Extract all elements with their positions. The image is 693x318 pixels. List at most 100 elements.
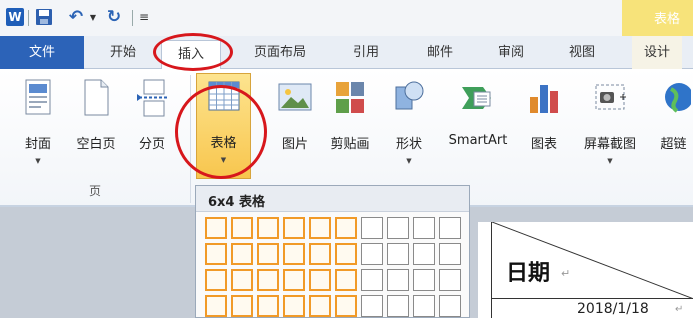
table-grid-cell[interactable]: [283, 295, 305, 317]
cover-page-button[interactable]: 封面 ▼: [14, 75, 62, 175]
highlight-circle-table-button: [175, 85, 267, 179]
quick-access-separator: [28, 10, 29, 26]
clip-art-button[interactable]: 剪贴画: [324, 75, 376, 175]
tab-file[interactable]: 文件: [0, 36, 84, 69]
table-grid-cell[interactable]: [309, 295, 331, 317]
hyperlink-button[interactable]: 超链: [654, 75, 693, 175]
tab-page-layout[interactable]: 页面布局: [240, 36, 320, 69]
table-grid-cell[interactable]: [387, 295, 409, 317]
table-grid-cell[interactable]: [335, 217, 357, 239]
screenshot-button[interactable]: 屏幕截图 ▼: [574, 75, 646, 175]
screenshot-icon: [593, 79, 627, 117]
table-header-cell[interactable]: 日期 ↵ 2018/1/18 ↵: [491, 222, 693, 318]
table-grid-cell[interactable]: [413, 217, 435, 239]
table-grid-cell[interactable]: [439, 269, 461, 291]
table-grid-cell[interactable]: [309, 269, 331, 291]
table-grid-cell[interactable]: [361, 269, 383, 291]
table-grid-cell[interactable]: [283, 217, 305, 239]
chart-label: 图表: [530, 137, 557, 152]
tab-review[interactable]: 审阅: [491, 36, 531, 69]
undo-dropdown-icon[interactable]: ▼: [88, 7, 98, 27]
quick-access-separator: [132, 10, 133, 26]
table-grid-cell[interactable]: [205, 217, 227, 239]
table-grid-cell[interactable]: [361, 243, 383, 265]
date-header-text: 日期: [506, 261, 551, 286]
ribbon-tab-row: 文件 开始 插入 页面布局 引用 邮件 审阅 视图 设计: [0, 36, 693, 70]
tab-home[interactable]: 开始: [97, 36, 149, 69]
page-break-icon: [135, 79, 169, 117]
table-grid-cell[interactable]: [309, 217, 331, 239]
shapes-label: 形状: [395, 137, 422, 152]
title-bar: W ↶ ▼ ↻ ≡ 表格: [0, 0, 693, 36]
paragraph-mark: ↵: [675, 304, 684, 315]
globe-icon: [657, 79, 693, 117]
smartart-label: SmartArt: [448, 133, 508, 148]
customize-quick-access-icon[interactable]: ≡: [137, 7, 151, 27]
table-grid-cell[interactable]: [257, 217, 279, 239]
chevron-down-icon: ▼: [607, 157, 613, 165]
insert-picture-button[interactable]: 图片: [272, 75, 318, 175]
table-grid-cell[interactable]: [335, 295, 357, 317]
tab-mailings[interactable]: 邮件: [420, 36, 460, 69]
table-grid-cell[interactable]: [231, 269, 253, 291]
hyperlink-label: 超链: [660, 137, 687, 152]
table-grid-cell[interactable]: [361, 295, 383, 317]
table-grid-cell[interactable]: [387, 269, 409, 291]
table-grid-cell[interactable]: [205, 243, 227, 265]
screenshot-label: 屏幕截图: [583, 137, 636, 152]
table-grid-cell[interactable]: [205, 295, 227, 317]
blank-page-button[interactable]: 空白页: [66, 75, 126, 175]
table-tools-contextual-label: 表格: [622, 0, 693, 36]
table-grid-cell[interactable]: [413, 269, 435, 291]
insert-picture-label: 图片: [281, 137, 308, 152]
redo-icon[interactable]: ↻: [104, 7, 124, 27]
table-size-indicator: 6x4 表格: [196, 186, 469, 212]
insert-table-dropdown: 6x4 表格: [195, 185, 470, 318]
cover-page-label: 封面: [24, 137, 51, 152]
shapes-button[interactable]: 形状 ▼: [386, 75, 432, 175]
table-grid-cell[interactable]: [309, 243, 331, 265]
smartart-icon: [461, 79, 495, 117]
shapes-icon: [392, 79, 426, 117]
pages-group-label: 页: [88, 184, 101, 198]
highlight-circle-insert-tab: [153, 33, 233, 71]
clip-art-icon: [333, 79, 367, 117]
table-grid-cell[interactable]: [439, 217, 461, 239]
tab-references[interactable]: 引用: [346, 36, 386, 69]
chart-button[interactable]: 图表: [522, 75, 566, 175]
tab-design[interactable]: 设计: [632, 36, 682, 69]
page-break-label: 分页: [138, 137, 165, 152]
word-logo-icon[interactable]: W: [6, 8, 24, 26]
table-grid-cell[interactable]: [335, 243, 357, 265]
table-grid-cell[interactable]: [413, 243, 435, 265]
table-grid-cell[interactable]: [231, 217, 253, 239]
table-grid-cell[interactable]: [387, 243, 409, 265]
table-grid-cell[interactable]: [413, 295, 435, 317]
table-grid-cell[interactable]: [231, 295, 253, 317]
chevron-down-icon: ▼: [406, 157, 412, 165]
tab-view[interactable]: 视图: [562, 36, 602, 69]
table-grid-cell[interactable]: [335, 269, 357, 291]
table-grid-cell[interactable]: [439, 295, 461, 317]
table-grid-cell[interactable]: [283, 269, 305, 291]
blank-page-label: 空白页: [76, 137, 116, 152]
document-page[interactable]: 日期 ↵ 2018/1/18 ↵: [478, 222, 693, 318]
cover-page-icon: [21, 79, 55, 117]
table-grid-cell[interactable]: [439, 243, 461, 265]
clip-art-label: 剪贴画: [330, 137, 370, 152]
smartart-button[interactable]: SmartArt: [442, 75, 514, 175]
table-row-border: [492, 298, 693, 299]
table-grid-cell[interactable]: [257, 295, 279, 317]
table-grid-cell[interactable]: [387, 217, 409, 239]
table-grid-cell[interactable]: [283, 243, 305, 265]
table-grid-cell[interactable]: [231, 243, 253, 265]
chart-icon: [527, 79, 561, 117]
picture-icon: [278, 79, 312, 117]
undo-icon[interactable]: ↶: [66, 7, 86, 27]
table-grid-cell[interactable]: [205, 269, 227, 291]
page-break-button[interactable]: 分页: [130, 75, 174, 175]
table-grid-cell[interactable]: [361, 217, 383, 239]
table-grid-cell[interactable]: [257, 269, 279, 291]
save-icon[interactable]: [35, 7, 53, 27]
table-grid-cell[interactable]: [257, 243, 279, 265]
